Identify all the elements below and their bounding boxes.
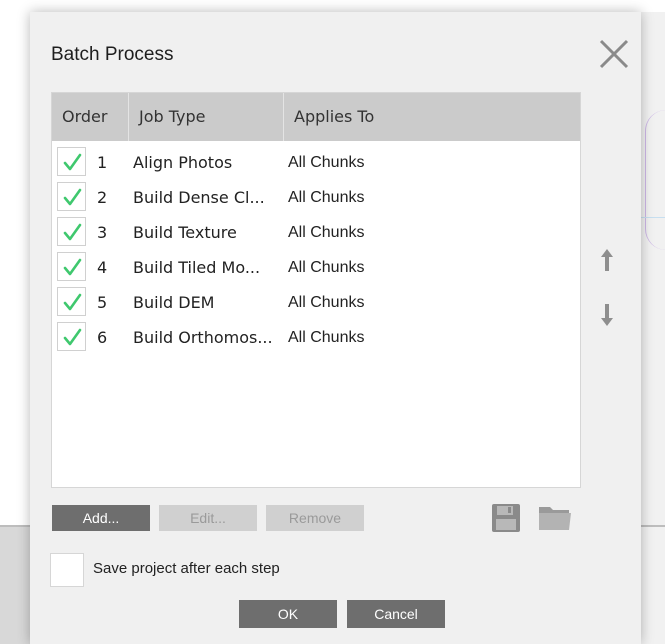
open-button[interactable] <box>538 503 572 535</box>
table-header: Order Job Type Applies To <box>52 93 580 141</box>
arrow-up-icon <box>601 249 613 271</box>
row-checkbox[interactable] <box>57 147 86 176</box>
table-row[interactable]: 1 Align Photos All Chunks <box>52 145 580 180</box>
table-row[interactable]: 2 Build Dense Cl... All Chunks <box>52 180 580 215</box>
row-applies-to: All Chunks <box>288 224 365 241</box>
table-row[interactable]: 6 Build Orthomos... All Chunks <box>52 320 580 355</box>
row-order: 6 <box>97 328 108 347</box>
column-divider <box>283 93 284 141</box>
row-applies-to: All Chunks <box>288 189 365 206</box>
table-row[interactable]: 5 Build DEM All Chunks <box>52 285 580 320</box>
close-icon <box>599 39 629 69</box>
row-job-type: Build Dense Cl... <box>133 188 265 207</box>
background-app-panel <box>641 12 665 644</box>
save-after-step-checkbox[interactable] <box>50 553 84 587</box>
row-checkbox[interactable] <box>57 252 86 281</box>
arrow-down-icon <box>601 304 613 326</box>
row-job-type: Build Texture <box>133 223 237 242</box>
folder-icon <box>539 507 571 530</box>
ok-button[interactable]: OK <box>239 600 337 628</box>
background-app-panel <box>0 525 30 644</box>
checkmark-icon <box>63 328 82 346</box>
background-divider <box>0 525 30 527</box>
row-job-type: Build Tiled Mo... <box>133 258 261 277</box>
cancel-button[interactable]: Cancel <box>347 600 445 628</box>
move-up-button[interactable] <box>600 248 614 276</box>
row-order: 3 <box>97 223 108 242</box>
background-decoration <box>641 217 665 218</box>
add-button[interactable]: Add... <box>52 505 150 531</box>
row-order: 1 <box>97 153 108 172</box>
move-down-button[interactable] <box>600 303 614 331</box>
row-checkbox[interactable] <box>57 287 86 316</box>
floppy-disk-icon <box>492 504 520 532</box>
table-row[interactable]: 4 Build Tiled Mo... All Chunks <box>52 250 580 285</box>
column-divider <box>128 93 129 141</box>
row-checkbox[interactable] <box>57 217 86 246</box>
remove-button[interactable]: Remove <box>266 505 364 531</box>
row-job-type: Align Photos <box>133 153 233 172</box>
column-header-applies-to[interactable]: Applies To <box>294 93 374 141</box>
edit-button[interactable]: Edit... <box>159 505 257 531</box>
row-order: 4 <box>97 258 108 277</box>
background-divider <box>641 525 665 527</box>
row-checkbox[interactable] <box>57 322 86 351</box>
row-job-type: Build Orthomos... <box>133 328 273 347</box>
row-applies-to: All Chunks <box>288 329 365 346</box>
job-list[interactable]: Order Job Type Applies To 1 Align Photos… <box>51 92 581 488</box>
checkmark-icon <box>63 293 82 311</box>
batch-process-dialog: Batch Process Order Job Type Applies To … <box>30 12 641 644</box>
checkmark-icon <box>63 223 82 241</box>
table-row[interactable]: 3 Build Texture All Chunks <box>52 215 580 250</box>
row-order: 5 <box>97 293 108 312</box>
row-applies-to: All Chunks <box>288 259 365 276</box>
background-decoration <box>645 110 665 250</box>
column-header-job-type[interactable]: Job Type <box>139 93 206 141</box>
checkmark-icon <box>63 258 82 276</box>
row-applies-to: All Chunks <box>288 154 365 171</box>
close-button[interactable] <box>596 36 632 72</box>
dialog-title: Batch Process <box>51 44 174 65</box>
row-checkbox[interactable] <box>57 182 86 211</box>
save-after-step-label: Save project after each step <box>93 560 280 577</box>
checkmark-icon <box>63 153 82 171</box>
row-order: 2 <box>97 188 108 207</box>
row-applies-to: All Chunks <box>288 294 365 311</box>
save-button[interactable] <box>491 503 521 537</box>
column-header-order[interactable]: Order <box>62 93 107 141</box>
row-job-type: Build DEM <box>133 293 215 312</box>
checkmark-icon <box>63 188 82 206</box>
